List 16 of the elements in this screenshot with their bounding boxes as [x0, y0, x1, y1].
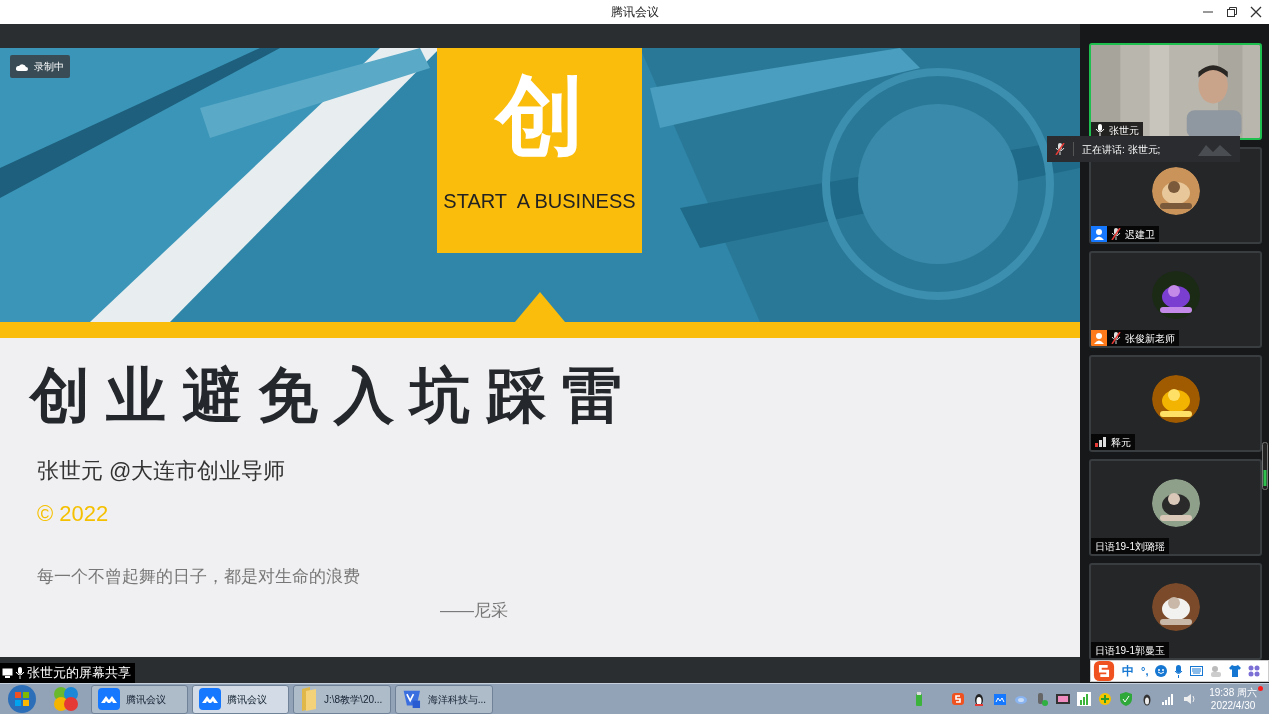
author-line: 张世元 @大连市创业导师 — [37, 457, 287, 485]
quote-source: ——尼采 — [440, 599, 509, 622]
recording-label: 录制中 — [34, 60, 64, 74]
participant-name: 日语19-1郭曼玉 — [1095, 643, 1165, 658]
participant-name: 张世元 — [1109, 123, 1139, 138]
copyright-line: © 2022 — [37, 500, 110, 528]
logo-character: 创 — [495, 72, 584, 160]
slide-title: 创业避免入坑踩雷 — [30, 360, 639, 430]
participant-name: 释元 — [1111, 435, 1131, 450]
share-text: 张世元的屏幕共享 — [27, 664, 131, 683]
participant-name: 张俊新老师 — [1125, 331, 1175, 346]
logo-caption: START A BUSINESS — [443, 189, 636, 214]
participant-name: 日语19-1刘璐瑶 — [1095, 539, 1165, 554]
window-title: 腾讯会议 — [610, 4, 659, 21]
participant-name: 迟建卫 — [1125, 227, 1155, 242]
quote-text: 每一个不曾起舞的日子，都是对生命的浪费 — [37, 566, 361, 588]
